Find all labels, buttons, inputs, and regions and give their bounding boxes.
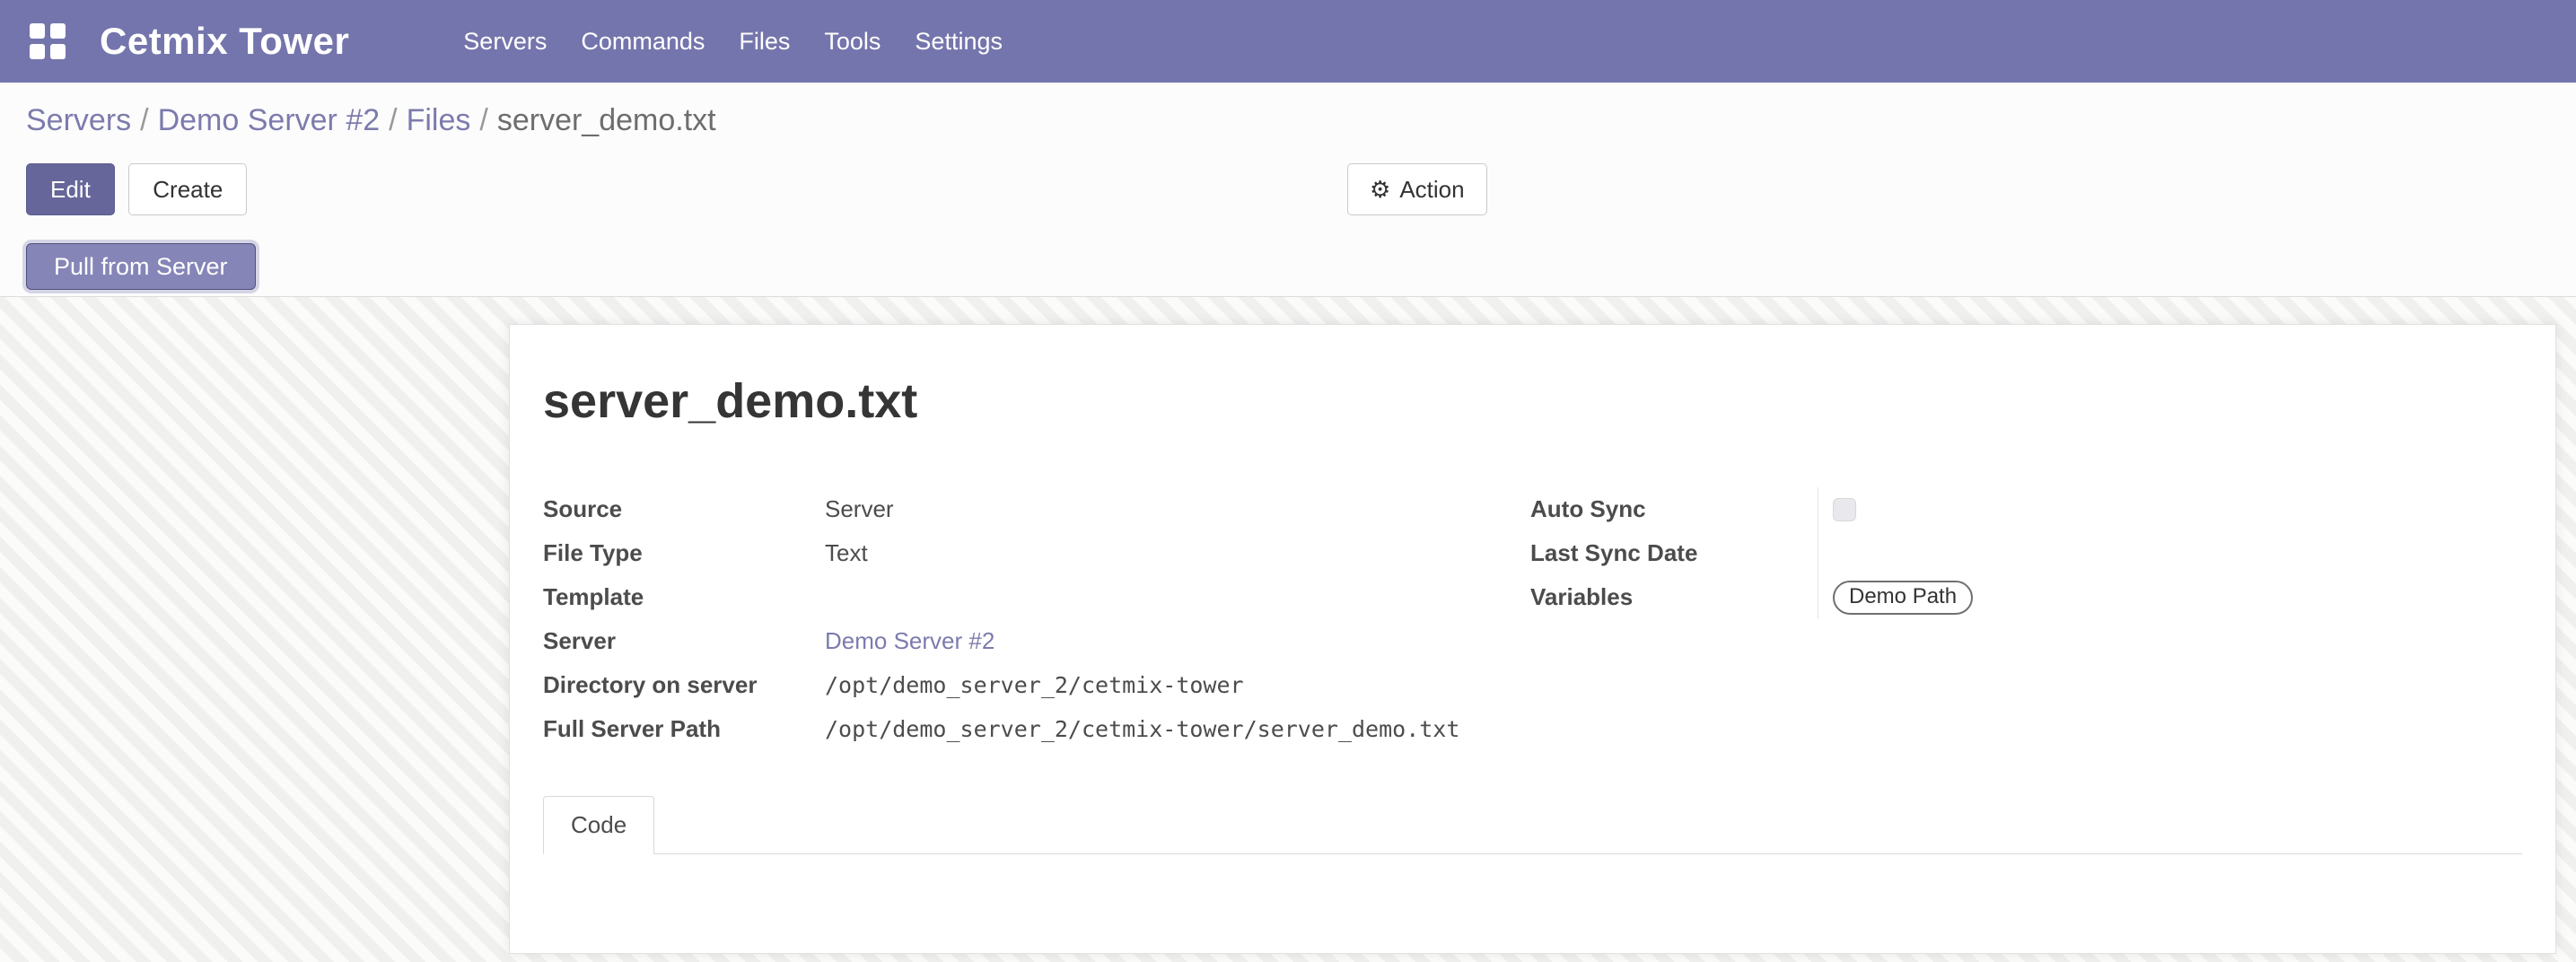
field-label-source: Source	[543, 487, 825, 531]
field-value-directory: /opt/demo_server_2/cetmix-tower	[825, 663, 1530, 707]
code-tab-content	[543, 854, 2522, 953]
nav-item-servers[interactable]: Servers	[446, 0, 564, 83]
pull-from-server-button[interactable]: Pull from Server	[26, 243, 256, 290]
nav-item-files[interactable]: Files	[722, 0, 807, 83]
apps-menu-button[interactable]	[26, 20, 69, 63]
create-button[interactable]: Create	[128, 163, 247, 215]
breadcrumb-separator: /	[380, 103, 406, 137]
field-group-right: Auto Sync Last Sync Date Variables Demo …	[1530, 487, 2522, 751]
field-value-full-path: /opt/demo_server_2/cetmix-tower/server_d…	[825, 707, 1530, 751]
server-link[interactable]: Demo Server #2	[825, 627, 994, 655]
breadcrumb-link-files[interactable]: Files	[407, 103, 471, 137]
action-label: Action	[1399, 176, 1464, 204]
field-label-template: Template	[543, 575, 825, 619]
field-value-file-type: Text	[825, 531, 1530, 575]
button-row: Edit Create ⚙ Action	[0, 163, 2576, 215]
field-value-server: Demo Server #2	[825, 619, 1530, 663]
nav-item-tools[interactable]: Tools	[807, 0, 898, 83]
field-value-last-sync-date	[1818, 531, 2522, 575]
field-group-left: Source Server File Type Text Template Se…	[543, 487, 1530, 751]
notebook: Code	[543, 796, 2522, 953]
main-menu: Servers Commands Files Tools Settings	[446, 0, 1020, 83]
field-groups: Source Server File Type Text Template Se…	[543, 487, 2522, 751]
control-panel: Servers/Demo Server #2/Files/server_demo…	[0, 83, 2576, 215]
field-value-source: Server	[825, 487, 1530, 531]
field-label-directory: Directory on server	[543, 663, 825, 707]
action-dropdown-button[interactable]: ⚙ Action	[1347, 163, 1487, 215]
edit-button[interactable]: Edit	[26, 163, 115, 215]
field-label-file-type: File Type	[543, 531, 825, 575]
top-navbar: Cetmix Tower Servers Commands Files Tool…	[0, 0, 2576, 83]
form-sheet: server_demo.txt Source Server File Type …	[509, 324, 2556, 954]
field-label-auto-sync: Auto Sync	[1530, 487, 1818, 531]
nav-item-settings[interactable]: Settings	[898, 0, 1020, 83]
variable-tag: Demo Path	[1833, 581, 1973, 615]
breadcrumb-separator: /	[131, 103, 157, 137]
breadcrumb-link-demo-server[interactable]: Demo Server #2	[158, 103, 381, 137]
gear-icon: ⚙	[1370, 176, 1390, 204]
tab-bar: Code	[543, 796, 2522, 854]
page-title: server_demo.txt	[543, 374, 2522, 428]
breadcrumb-current: server_demo.txt	[497, 103, 716, 137]
breadcrumb-link-servers[interactable]: Servers	[26, 103, 131, 137]
field-label-last-sync-date: Last Sync Date	[1530, 531, 1818, 575]
field-value-template	[825, 575, 1530, 619]
field-value-auto-sync	[1818, 487, 2522, 531]
field-label-server: Server	[543, 619, 825, 663]
field-label-full-path: Full Server Path	[543, 707, 825, 751]
nav-item-commands[interactable]: Commands	[564, 0, 722, 83]
field-label-variables: Variables	[1530, 575, 1818, 619]
field-value-variables: Demo Path	[1818, 575, 2522, 619]
brand-title[interactable]: Cetmix Tower	[100, 20, 349, 63]
breadcrumb: Servers/Demo Server #2/Files/server_demo…	[0, 83, 2576, 140]
apps-grid-icon	[30, 23, 66, 59]
auto-sync-checkbox[interactable]	[1833, 498, 1856, 521]
form-statusbar: Pull from Server	[0, 215, 2576, 297]
breadcrumb-separator: /	[470, 103, 496, 137]
form-content-area: server_demo.txt Source Server File Type …	[0, 297, 2576, 962]
tab-code[interactable]: Code	[543, 796, 654, 854]
